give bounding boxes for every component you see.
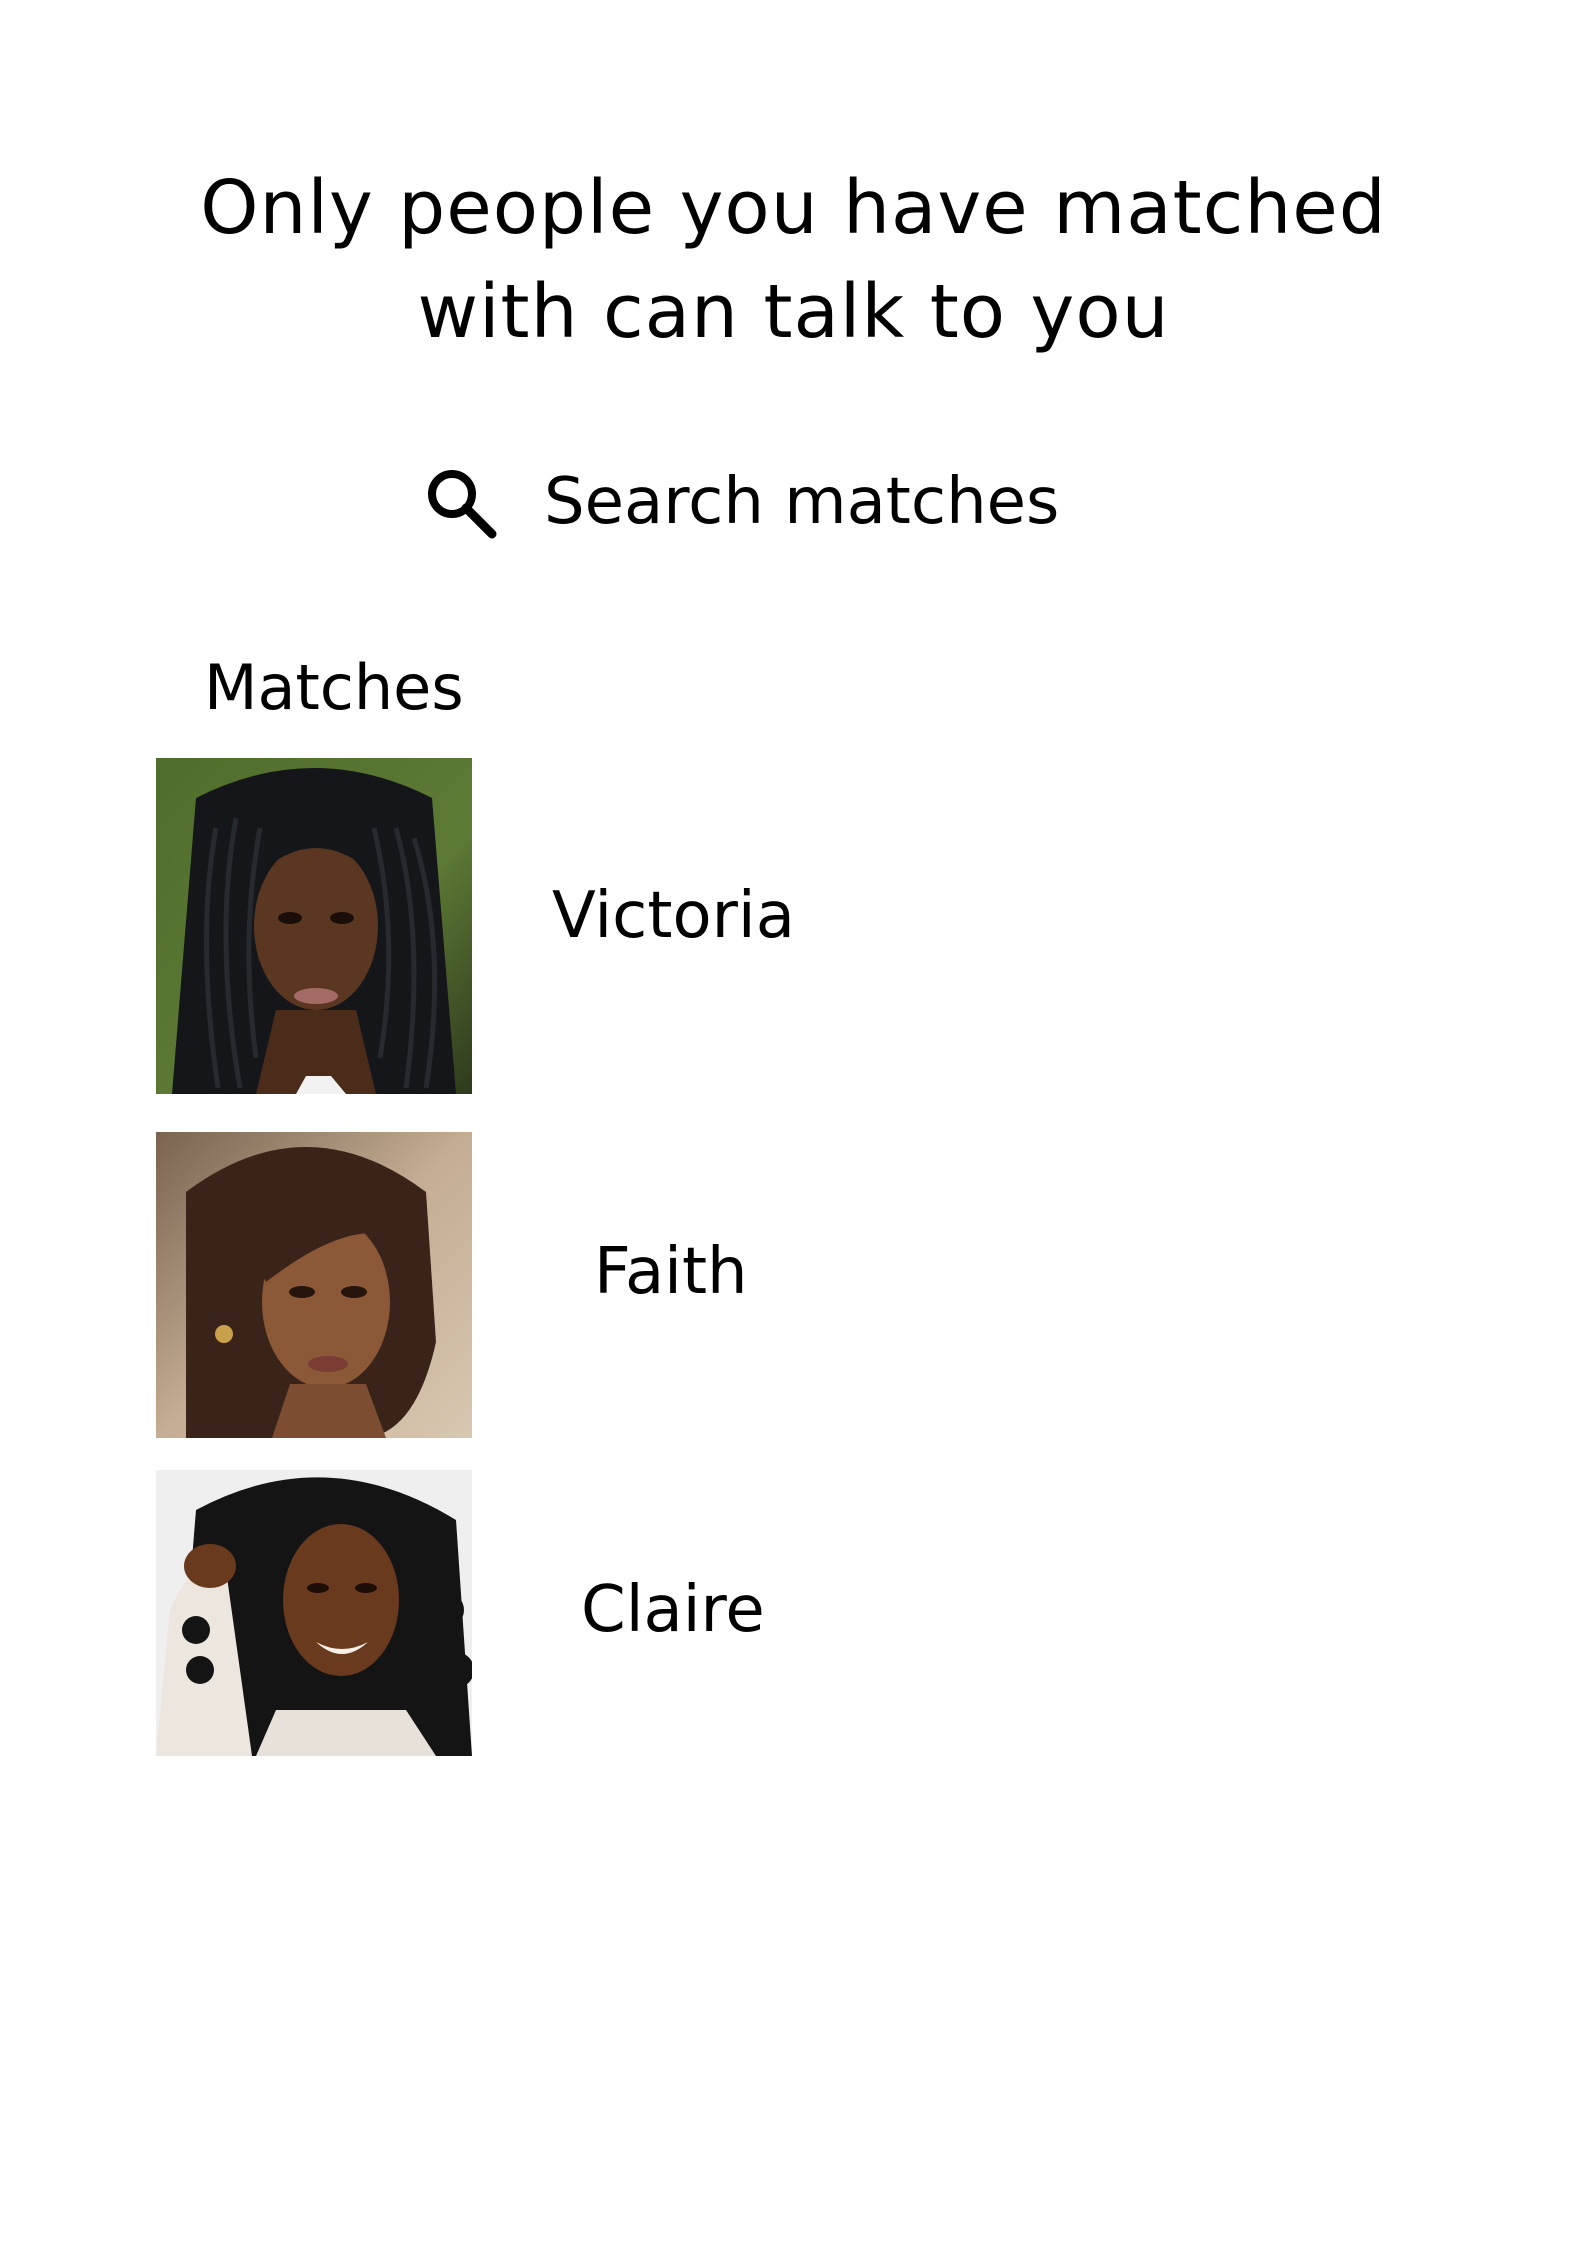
page-title: Only people you have matched with can ta… xyxy=(0,156,1587,364)
portrait-photo xyxy=(156,758,472,1094)
avatar[interactable] xyxy=(156,1470,472,1756)
match-name: Claire xyxy=(581,1573,765,1647)
portrait-photo xyxy=(156,1132,472,1438)
matches-heading: Matches xyxy=(204,651,464,724)
avatar[interactable] xyxy=(156,1132,472,1438)
match-item-victoria[interactable]: Victoria xyxy=(156,758,1156,1094)
match-item-faith[interactable]: Faith xyxy=(156,1132,1156,1438)
portrait-photo xyxy=(156,1470,472,1756)
search-matches-field[interactable]: Search matches xyxy=(420,452,1059,552)
avatar[interactable] xyxy=(156,758,472,1094)
match-name: Victoria xyxy=(552,879,795,953)
match-name: Faith xyxy=(594,1235,748,1309)
search-icon xyxy=(428,470,497,539)
page-title-line-2: with can talk to you xyxy=(417,269,1170,355)
match-item-claire[interactable]: Claire xyxy=(156,1470,1156,1756)
page-title-line-1: Only people you have matched xyxy=(200,165,1387,251)
search-placeholder: Search matches xyxy=(544,465,1060,539)
